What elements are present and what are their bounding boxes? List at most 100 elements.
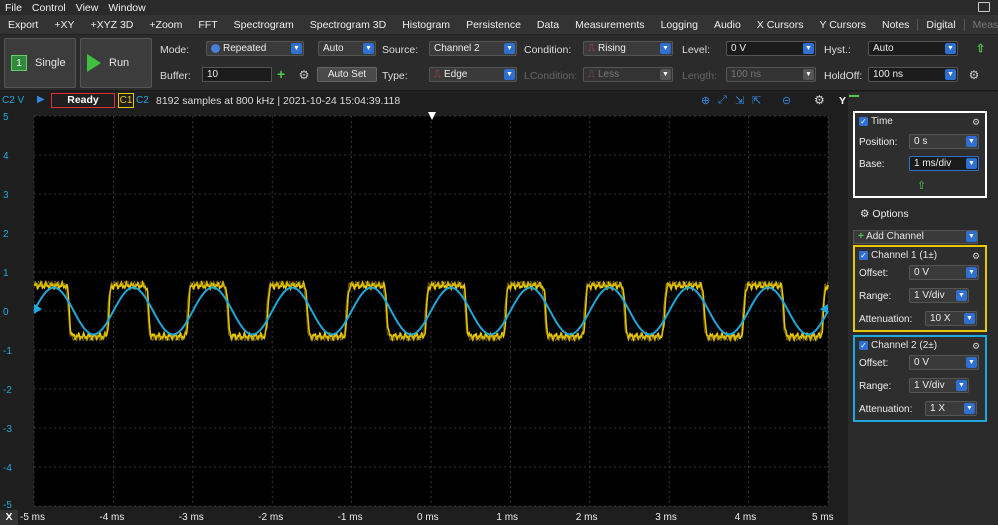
source-dropdown[interactable]: Channel 2 ▼: [429, 41, 517, 56]
gear-icon: ⚙: [860, 208, 870, 220]
play-icon: [87, 54, 101, 72]
right-panel: ✓ Time ⚙ Position: 0 s ▼ Base: 1 ms/div ▼ ⇧…: [848, 92, 998, 525]
collapse-icon[interactable]: [849, 95, 859, 97]
gear-icon[interactable]: ⚙: [298, 69, 310, 81]
auto-set-button[interactable]: Auto Set: [317, 67, 377, 82]
search-icon[interactable]: ⊝: [782, 94, 791, 107]
hyst-input[interactable]: Auto ▼: [868, 41, 958, 56]
channel2-offset-input[interactable]: 0 V ▼: [909, 355, 979, 370]
toolbar-audio[interactable]: Audio: [706, 19, 749, 31]
channel1-offset-input[interactable]: 0 V ▼: [909, 265, 979, 280]
chevron-down-icon: ▼: [966, 357, 977, 368]
position-label: Position:: [859, 137, 898, 148]
zoom-in-icon[interactable]: ⊕: [701, 94, 710, 107]
gear-icon[interactable]: ⚙: [814, 93, 825, 107]
play-indicator-icon[interactable]: ▶: [37, 94, 45, 105]
toolbar-xyz3d[interactable]: +XYZ 3D: [83, 19, 142, 31]
control-panel: 1 Single Run Mode: Repeated ▼ Auto ▼ Sou…: [0, 35, 998, 91]
channel1-range-dropdown[interactable]: 1 V/div ▼: [909, 288, 969, 303]
condition-label: Condition:: [524, 44, 572, 56]
y-tick-label: -3: [3, 424, 12, 435]
waveform-plot[interactable]: 5 4 3 2 1 0 -1 -2 -3 -4 -5: [0, 110, 848, 511]
toolbar-export[interactable]: Export: [0, 19, 46, 31]
toolbar-xy[interactable]: +XY: [46, 19, 82, 31]
chevron-down-icon: ▼: [660, 69, 671, 80]
base-input[interactable]: 1 ms/div ▼: [909, 156, 979, 171]
chevron-down-icon: ▼: [966, 267, 977, 278]
acquisition-info: 8192 samples at 800 kHz | 2021-10-24 15:…: [156, 95, 401, 107]
y-tick-label: -5: [3, 500, 12, 510]
toolbar-notes[interactable]: Notes: [874, 19, 917, 31]
window-restore-icon[interactable]: [978, 2, 990, 12]
channel1-checkbox[interactable]: ✓: [859, 250, 868, 260]
toolbar-fft[interactable]: FFT: [190, 19, 225, 31]
source-label: Source:: [382, 44, 419, 56]
toolbar-spectrogram[interactable]: Spectrogram: [226, 19, 302, 31]
toolbar-persistence[interactable]: Persistence: [458, 19, 529, 31]
toolbar-logging[interactable]: Logging: [653, 19, 706, 31]
type-dropdown[interactable]: ⎍ Edge ▼: [429, 67, 517, 82]
gear-icon[interactable]: ⚙: [968, 69, 980, 81]
gear-icon[interactable]: ⚙: [970, 340, 982, 352]
buffer-input[interactable]: 10: [202, 67, 272, 82]
zoom-y-icon[interactable]: ⇱: [752, 94, 761, 107]
chevron-down-icon: ▼: [964, 313, 975, 324]
toolbar-zoom[interactable]: +Zoom: [141, 19, 190, 31]
menu-file[interactable]: File: [0, 2, 27, 14]
gear-icon[interactable]: ⚙: [970, 116, 982, 128]
single-button[interactable]: 1 Single: [4, 38, 76, 88]
single-icon: 1: [11, 55, 27, 71]
x-tick-label: 0 ms: [417, 512, 439, 523]
lcondition-dropdown: ⎍ Less ▼: [583, 67, 673, 82]
time-panel: ✓ Time ⚙ Position: 0 s ▼ Base: 1 ms/div ▼ ⇧: [853, 111, 987, 198]
gear-icon[interactable]: ⚙: [970, 250, 982, 262]
add-icon: +: [858, 231, 864, 242]
zoom-x-icon[interactable]: ⇲: [735, 94, 744, 107]
toolbar-histogram[interactable]: Histogram: [394, 19, 458, 31]
channel1-attenuation-dropdown[interactable]: 10 X ▼: [925, 311, 977, 326]
zoom-fit-icon[interactable]: ⤢: [718, 94, 727, 107]
offset-label: Offset:: [859, 358, 889, 369]
less-icon: ⎍: [588, 69, 595, 80]
y-tick-label: -1: [3, 346, 12, 357]
toolbar-measurements[interactable]: Measurements: [567, 19, 652, 31]
channel2-checkbox[interactable]: ✓: [859, 340, 868, 350]
toolbar-y-cursors[interactable]: Y Cursors: [811, 19, 874, 31]
menu-bar: File Control View Window: [0, 0, 998, 15]
plot-area[interactable]: 5 4 3 2 1 0 -1 -2 -3 -4 -5: [0, 110, 848, 511]
chevron-down-icon: ▼: [803, 69, 814, 80]
position-input[interactable]: 0 s ▼: [909, 134, 979, 149]
channel2-range-dropdown[interactable]: 1 V/div ▼: [909, 378, 969, 393]
offset-label: Offset:: [859, 268, 889, 279]
run-button[interactable]: Run: [80, 38, 152, 88]
channel2-title: Channel 2 (2±): [871, 340, 938, 351]
chevron-down-icon: ▼: [945, 69, 956, 80]
time-checkbox[interactable]: ✓: [859, 116, 868, 126]
condition-dropdown[interactable]: ⎍ Rising ▼: [583, 41, 673, 56]
level-input[interactable]: 0 V ▼: [726, 41, 816, 56]
x-tick-label: 5 ms: [812, 512, 834, 523]
status-badge: Ready: [51, 93, 115, 108]
menu-control[interactable]: Control: [27, 2, 71, 14]
toolbar-digital[interactable]: Digital: [917, 18, 965, 31]
channel2-badge[interactable]: C2: [136, 95, 149, 106]
channel1-badge[interactable]: C1: [118, 93, 134, 108]
menu-window[interactable]: Window: [103, 2, 150, 14]
holdoff-input[interactable]: 100 ns ▼: [868, 67, 958, 82]
arrow-up-icon[interactable]: ⇧: [976, 42, 985, 55]
add-channel-dropdown[interactable]: + Add Channel: [853, 230, 978, 244]
repeat-icon: [211, 43, 220, 53]
toolbar-x-cursors[interactable]: X Cursors: [749, 19, 812, 31]
channel2-attenuation-dropdown[interactable]: 1 X ▼: [925, 401, 977, 416]
rising-edge-icon: ⎍: [588, 43, 595, 54]
chevron-down-icon[interactable]: ▼: [966, 231, 977, 242]
base-label: Base:: [859, 159, 885, 170]
trigger-mode-dropdown[interactable]: Auto ▼: [318, 41, 376, 56]
mode-dropdown[interactable]: Repeated ▼: [206, 41, 304, 56]
add-icon[interactable]: +: [277, 67, 285, 81]
menu-view[interactable]: View: [71, 2, 104, 14]
toolbar-data[interactable]: Data: [529, 19, 567, 31]
arrow-up-icon[interactable]: ⇧: [917, 179, 926, 192]
toolbar-spectrogram-3d[interactable]: Spectrogram 3D: [302, 19, 394, 31]
options-button[interactable]: ⚙ Options: [860, 208, 909, 220]
